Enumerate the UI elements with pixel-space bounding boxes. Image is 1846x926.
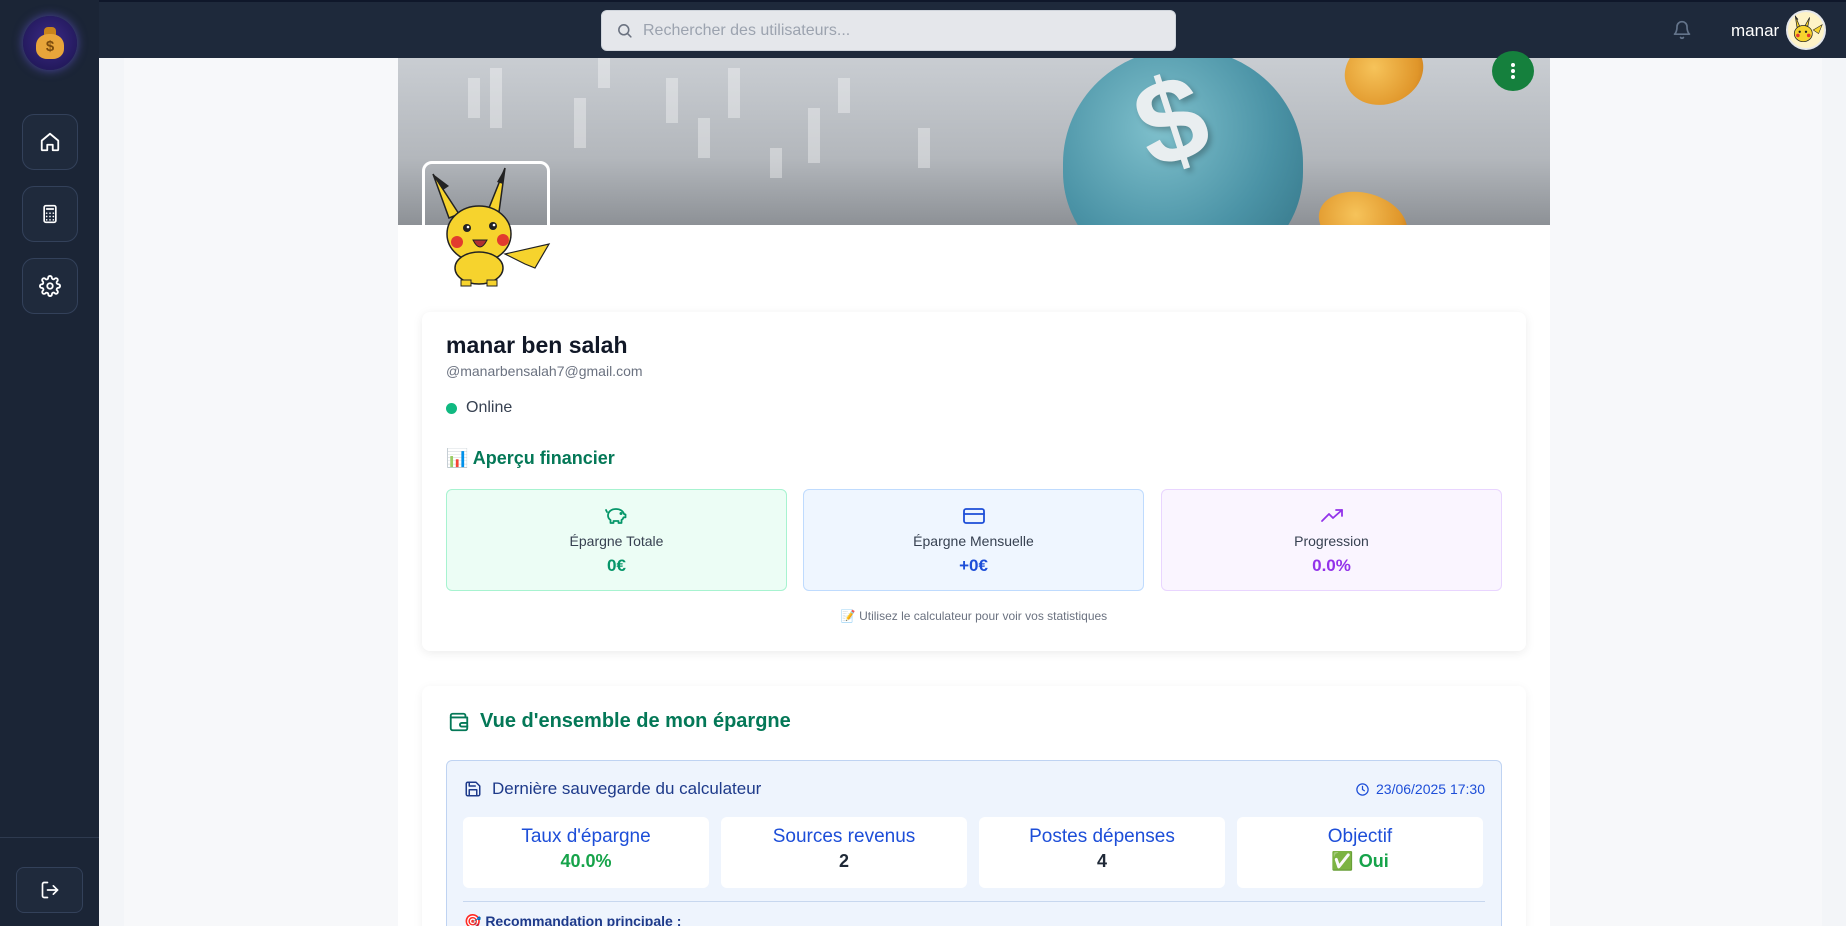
savings-overview-title: Vue d'ensemble de mon épargne bbox=[448, 710, 791, 733]
progression-card: Progression 0.0% bbox=[1161, 489, 1502, 591]
calculator-save-date: 23/06/2025 17:30 bbox=[1355, 781, 1485, 797]
status-dot-icon bbox=[446, 402, 457, 414]
clock-icon bbox=[1356, 782, 1369, 796]
trending-up-icon bbox=[1320, 509, 1343, 522]
stat-value: 4 bbox=[1096, 851, 1107, 871]
profile-name: manar ben salah bbox=[446, 332, 628, 358]
stat-savings-rate: Taux d'épargne 40.0% bbox=[463, 817, 709, 888]
logout-button[interactable] bbox=[16, 867, 83, 913]
profile-info-card: manar ben salah @manarbensalah7@gmail.co… bbox=[422, 312, 1526, 651]
monthly-savings-label: Épargne Mensuelle bbox=[913, 533, 1034, 549]
calculator-hint: 📝 Utilisez le calculateur pour voir vos … bbox=[840, 609, 1108, 623]
username-label[interactable]: manar bbox=[1731, 21, 1779, 41]
bell-icon[interactable] bbox=[1672, 19, 1692, 41]
more-vertical-icon bbox=[1511, 63, 1515, 79]
main-recommendation-label: 🎯 Recommandation principale : bbox=[464, 913, 682, 926]
calculator-save-date-value: 23/06/2025 17:30 bbox=[1376, 781, 1485, 797]
app-logo[interactable]: $ bbox=[23, 16, 77, 70]
calculator-icon bbox=[43, 204, 57, 224]
coin-image bbox=[1311, 182, 1415, 225]
sidebar-item-home[interactable] bbox=[22, 114, 78, 170]
topbar: manar bbox=[99, 0, 1846, 58]
progression-label: Progression bbox=[1294, 533, 1369, 549]
calculator-save-panel: Dernière sauvegarde du calculateur 23/06… bbox=[446, 760, 1502, 926]
save-icon bbox=[465, 781, 481, 797]
credit-card-icon bbox=[962, 508, 985, 524]
total-savings-label: Épargne Totale bbox=[569, 533, 664, 549]
stat-label: Sources revenus bbox=[772, 826, 916, 847]
stat-income-sources: Sources revenus 2 bbox=[721, 817, 967, 888]
savings-overview-label: Vue d'ensemble de mon épargne bbox=[480, 710, 791, 732]
search-input[interactable] bbox=[643, 21, 1163, 40]
coin-image bbox=[1335, 58, 1433, 116]
profile-email: @manarbensalah7@gmail.com bbox=[446, 363, 643, 379]
pikachu-avatar-image bbox=[1793, 15, 1823, 43]
total-savings-value: 0€ bbox=[607, 556, 626, 575]
stat-label: Postes dépenses bbox=[1029, 826, 1175, 847]
stat-label: Taux d'épargne bbox=[521, 826, 651, 847]
monthly-savings-card: Épargne Mensuelle +0€ bbox=[803, 489, 1144, 591]
sidebar-item-calculator[interactable] bbox=[22, 186, 78, 242]
stat-expense-items: Postes dépenses 4 bbox=[979, 817, 1225, 888]
status-label: Online bbox=[466, 399, 513, 416]
financial-overview-title: 📊 Aperçu financier bbox=[446, 448, 615, 468]
status-indicator: Online bbox=[446, 399, 512, 417]
savings-overview-card: Vue d'ensemble de mon épargne Dernière s… bbox=[422, 686, 1526, 926]
stat-label: Objectif bbox=[1327, 826, 1393, 847]
gear-icon bbox=[39, 275, 61, 297]
progression-value: 0.0% bbox=[1312, 556, 1351, 575]
piggy-bank-icon bbox=[604, 508, 626, 524]
calculator-save-header: Dernière sauvegarde du calculateur bbox=[464, 779, 761, 799]
money-bag-icon: $ bbox=[35, 27, 65, 59]
home-icon bbox=[40, 132, 60, 152]
profile-avatar[interactable] bbox=[422, 161, 551, 287]
more-options-button[interactable] bbox=[1492, 51, 1534, 91]
divider bbox=[463, 901, 1485, 902]
monthly-savings-value: +0€ bbox=[959, 556, 988, 575]
stat-value: ✅ Oui bbox=[1331, 851, 1389, 871]
sidebar-item-settings[interactable] bbox=[22, 258, 78, 314]
pikachu-profile-image bbox=[432, 167, 551, 287]
stat-value: 2 bbox=[838, 851, 849, 871]
stat-value: 40.0% bbox=[560, 851, 612, 871]
stat-goal: Objectif ✅ Oui bbox=[1237, 817, 1483, 888]
search-icon bbox=[618, 24, 632, 38]
sidebar: $ bbox=[0, 0, 99, 926]
logout-icon bbox=[41, 881, 58, 899]
profile-banner: $ bbox=[398, 58, 1550, 225]
sidebar-divider bbox=[0, 837, 99, 838]
avatar[interactable] bbox=[1786, 10, 1826, 50]
search-box[interactable] bbox=[601, 10, 1176, 51]
wallet-icon bbox=[449, 712, 469, 731]
calculator-save-title: Dernière sauvegarde du calculateur bbox=[492, 779, 762, 798]
total-savings-card: Épargne Totale 0€ bbox=[446, 489, 787, 591]
